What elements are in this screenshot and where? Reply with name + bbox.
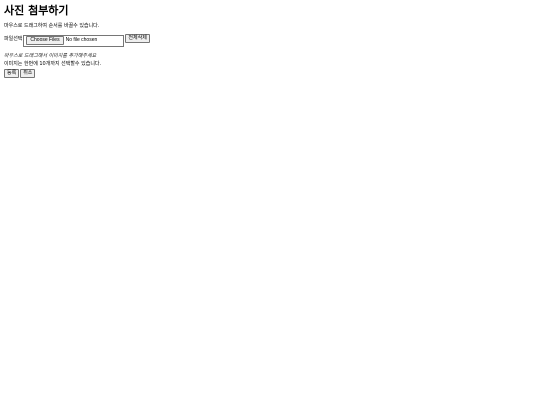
file-picker-row: 파일선택 Choose Files No file chosen 전체삭제 — [4, 34, 534, 47]
submit-button[interactable]: 등록 — [4, 69, 20, 78]
delete-all-button[interactable]: 전체삭제 — [125, 34, 150, 43]
choose-files-button[interactable]: Choose Files — [26, 36, 64, 45]
reorder-hint: 마우스로 드래그하여 순서를 바꿀수 있습니다. — [4, 23, 100, 29]
page-title: 사진 첨부하기 — [4, 4, 69, 17]
file-picker-label: 파일선택 — [4, 36, 23, 42]
file-limit-note: 이미지는 한번에 10개까지 선택할수 있습니다. — [4, 61, 102, 67]
cancel-button[interactable]: 취소 — [20, 69, 36, 78]
photo-attach-page: 사진 첨부하기 마우스로 드래그하여 순서를 바꿀수 있습니다. 파일선택 Ch… — [4, 4, 534, 78]
file-input[interactable]: Choose Files No file chosen — [23, 34, 125, 47]
form-actions: 등록 취소 — [4, 69, 534, 78]
image-drop-zone[interactable]: 마우스로 드래그해서 이미지를 추가해주세요 — [4, 53, 534, 60]
file-status-text: No file chosen — [65, 37, 98, 43]
